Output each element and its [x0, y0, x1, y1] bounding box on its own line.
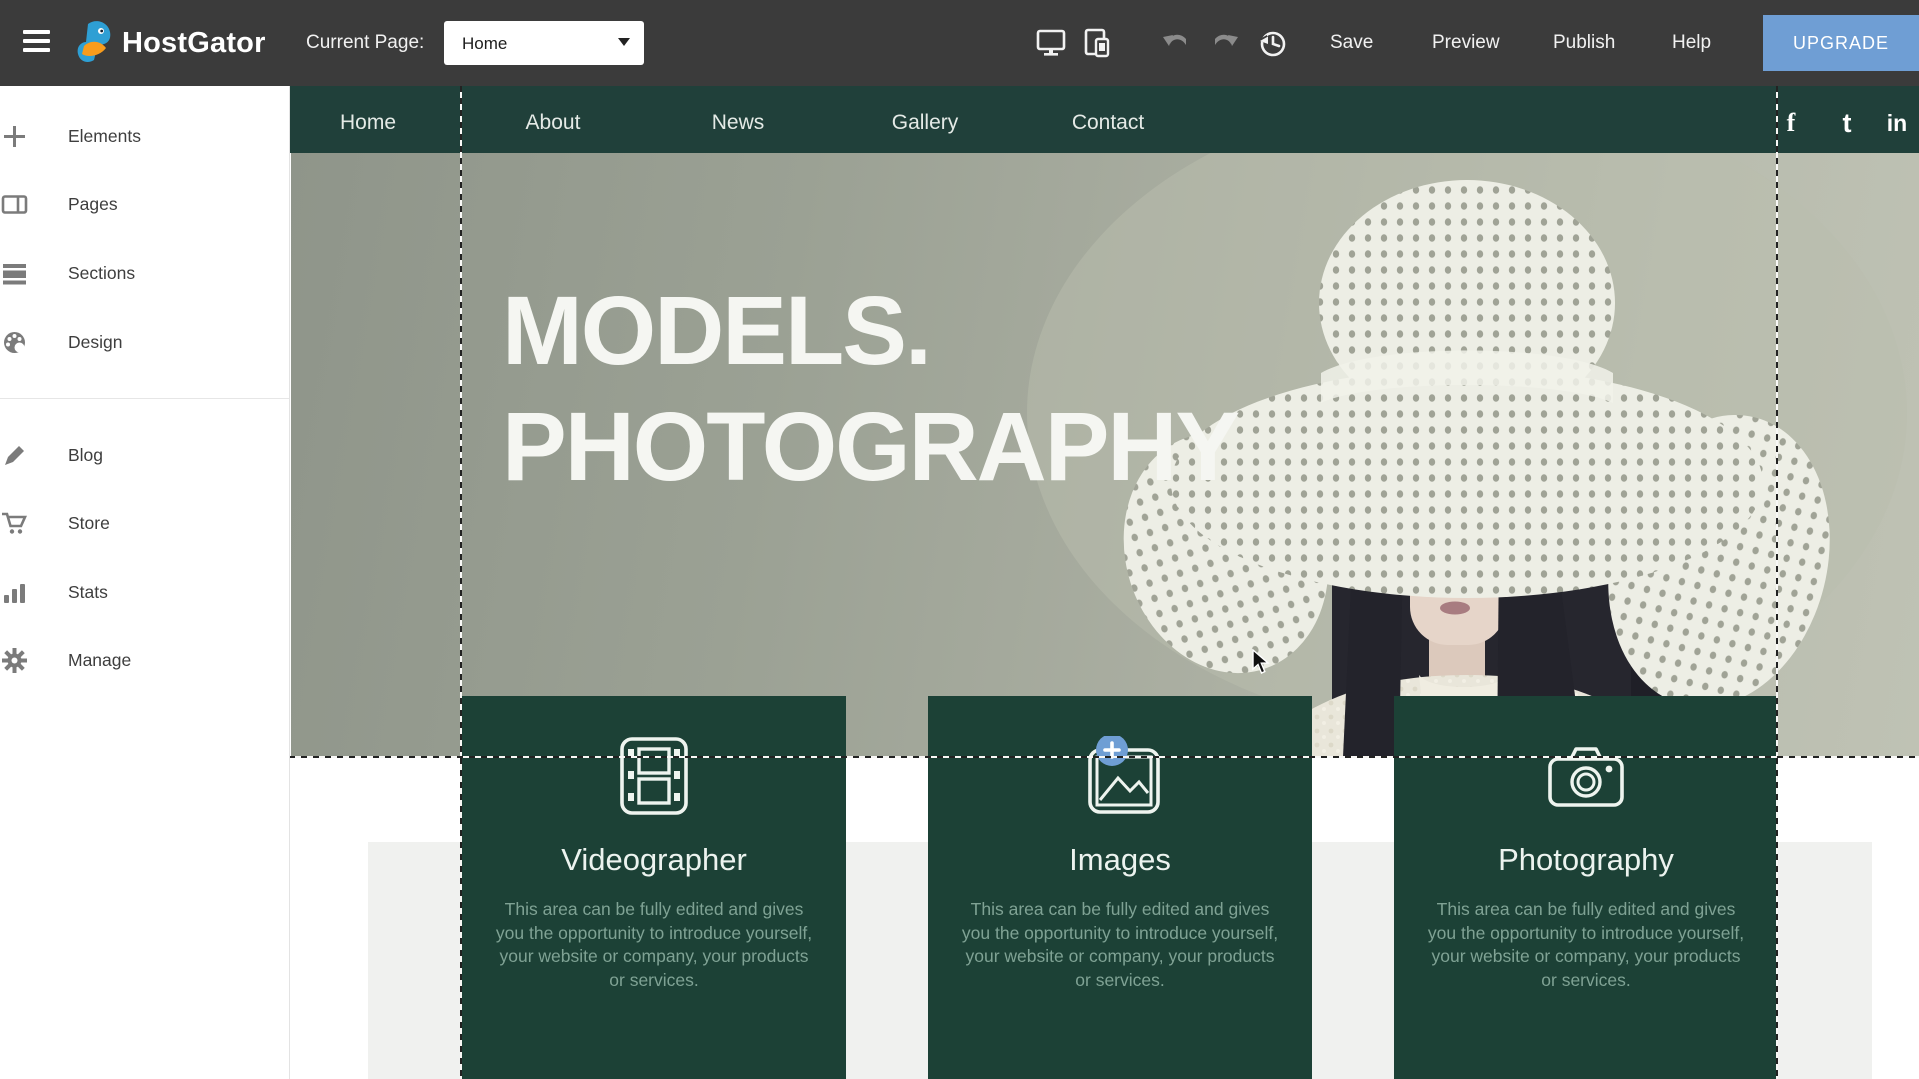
- current-page-dropdown[interactable]: Home: [444, 21, 644, 65]
- desktop-view-icon[interactable]: [1036, 28, 1066, 58]
- twitter-icon[interactable]: t: [1843, 86, 1852, 160]
- page-layout-icon: [1, 191, 28, 218]
- plus-icon: [1, 123, 28, 150]
- card-videographer[interactable]: Videographer This area can be fully edit…: [462, 696, 846, 1079]
- card-body: This area can be fully edited and gives …: [960, 898, 1280, 992]
- preview-button[interactable]: Preview: [1432, 0, 1500, 86]
- palette-icon: [1, 329, 28, 356]
- card-body: This area can be fully edited and gives …: [1426, 898, 1746, 992]
- site-navbar: Home About News Gallery Contact f t in: [289, 86, 1919, 153]
- card-title: Videographer: [462, 842, 846, 878]
- cart-icon: [1, 510, 28, 537]
- editor-sidebar: Elements Pages Sections Design Blog Stor…: [0, 86, 290, 1079]
- upgrade-button[interactable]: UPGRADE: [1763, 15, 1919, 71]
- current-page-select[interactable]: Home: [444, 21, 644, 65]
- hostgator-logo-icon: [74, 20, 118, 66]
- film-icon: [619, 736, 689, 816]
- history-icon[interactable]: [1257, 28, 1289, 60]
- hero-title[interactable]: MODELS. PHOTOGRAPHY: [502, 273, 1238, 505]
- card-images[interactable]: Images This area can be fully edited and…: [928, 696, 1312, 1079]
- camera-icon: [1545, 744, 1627, 810]
- brand-name: HostGator: [122, 0, 266, 86]
- sidebar-item-elements[interactable]: Elements: [0, 116, 289, 156]
- pencil-icon: [1, 442, 28, 469]
- image-add-icon: [1080, 736, 1168, 818]
- sidebar-item-sections[interactable]: Sections: [0, 253, 289, 293]
- editor-toolbar: HostGator Current Page: Home Save Previe…: [0, 0, 1919, 86]
- card-title: Photography: [1394, 842, 1778, 878]
- site-preview-canvas: Home About News Gallery Contact f t in: [289, 86, 1919, 1079]
- card-photography[interactable]: Photography This area can be fully edite…: [1394, 696, 1778, 1079]
- publish-button[interactable]: Publish: [1553, 0, 1615, 86]
- sidebar-item-manage[interactable]: Manage: [0, 640, 289, 680]
- linkedin-icon[interactable]: in: [1887, 86, 1907, 160]
- facebook-icon[interactable]: f: [1787, 86, 1796, 160]
- sidebar-item-design[interactable]: Design: [0, 322, 289, 362]
- card-body: This area can be fully edited and gives …: [494, 898, 814, 992]
- menu-icon[interactable]: [23, 30, 50, 56]
- site-nav-contact[interactable]: Contact: [1072, 86, 1144, 160]
- gear-icon: [1, 647, 28, 674]
- site-nav-news[interactable]: News: [712, 86, 765, 160]
- sidebar-item-blog[interactable]: Blog: [0, 435, 289, 475]
- undo-icon[interactable]: [1161, 28, 1191, 56]
- hero-title-line1: MODELS.: [502, 273, 1238, 389]
- current-page-label: Current Page:: [306, 0, 424, 86]
- sidebar-item-stats[interactable]: Stats: [0, 572, 289, 612]
- card-title: Images: [928, 842, 1312, 878]
- site-nav-gallery[interactable]: Gallery: [892, 86, 959, 160]
- sidebar-item-pages[interactable]: Pages: [0, 184, 289, 224]
- stacked-sections-icon: [1, 260, 28, 287]
- site-nav-about[interactable]: About: [526, 86, 581, 160]
- bar-chart-icon: [1, 579, 28, 606]
- sidebar-item-store[interactable]: Store: [0, 503, 289, 543]
- help-button[interactable]: Help: [1672, 0, 1711, 86]
- redo-icon[interactable]: [1210, 28, 1240, 56]
- save-button[interactable]: Save: [1330, 0, 1373, 86]
- site-nav-home[interactable]: Home: [340, 86, 396, 160]
- mobile-view-icon[interactable]: [1081, 28, 1113, 58]
- sidebar-divider: [0, 398, 289, 399]
- hero-title-line2: PHOTOGRAPHY: [502, 389, 1238, 505]
